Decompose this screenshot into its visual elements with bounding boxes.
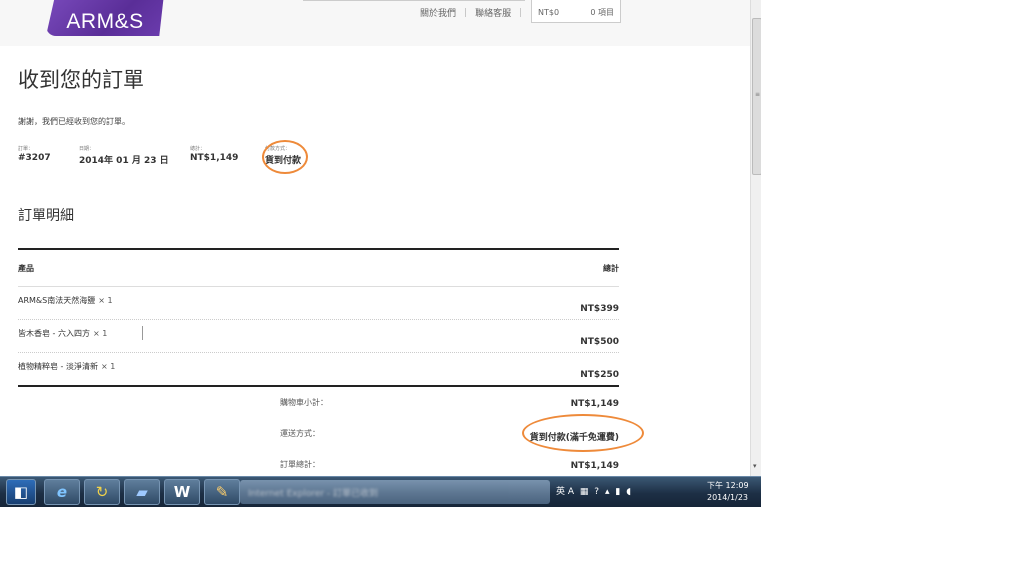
product-link[interactable]: 皆木香皂 - 六入四方 × 1	[18, 328, 107, 339]
page-title: 收到您的訂單	[18, 68, 144, 92]
help-icon[interactable]: ?	[594, 487, 599, 497]
shipping-label: 運送方式：	[280, 429, 320, 438]
site-logo[interactable]: ARM&S	[46, 0, 164, 36]
word-app-icon: W	[173, 483, 191, 501]
clock-time: 下午 12:09	[707, 481, 749, 490]
cart-count: 0 項目	[590, 8, 614, 17]
scrollbar-thumb[interactable]: ≡	[752, 18, 761, 175]
order-total-label: 總計：	[190, 146, 206, 152]
logo-text: ARM&S	[66, 10, 144, 33]
product-price: NT$500	[580, 337, 619, 347]
volume-icon[interactable]: ◖	[626, 487, 631, 497]
internet-explorer-icon: e	[56, 483, 68, 501]
clock-date: 2014/1/23	[707, 493, 749, 502]
thanks-message: 謝謝，我們已經收到您的訂單。	[18, 117, 130, 126]
start-button[interactable]: ◧	[6, 479, 36, 505]
product-qty: × 1	[98, 296, 113, 305]
vertical-scrollbar[interactable]: ≡ ▾	[750, 0, 761, 476]
table-header: 產品 總計	[18, 250, 619, 287]
input-method-indicator[interactable]: 英 A	[556, 484, 574, 497]
grip-icon: ≡	[755, 91, 761, 98]
taskbar-app-notes[interactable]: ▰	[124, 479, 160, 505]
system-clock[interactable]: 下午 12:09 2014/1/23	[707, 480, 749, 504]
order-number-label: 訂單：	[18, 146, 34, 152]
table-row: 皆木香皂 - 六入四方 × 1 NT$500	[18, 320, 619, 353]
order-date: 日期： 2014年 01 月 23 日	[79, 145, 169, 166]
show-hidden-icons-icon[interactable]: ▴	[605, 487, 610, 497]
product-price: NT$399	[580, 304, 619, 314]
annotation-circle-shipping	[522, 414, 644, 452]
product-link[interactable]: ARM&S南法天然海鹽 × 1	[18, 295, 113, 306]
summary-subtotal: 購物車小計： NT$1,149	[18, 387, 619, 418]
taskbar-app-ie[interactable]: e	[44, 479, 80, 505]
column-header-product: 產品	[18, 264, 34, 273]
annotation-circle-payment	[262, 140, 308, 174]
text-cursor	[142, 326, 143, 340]
paint-app-icon: ✎	[215, 483, 229, 501]
cart-amount: NT$0	[538, 8, 560, 17]
active-window-title: Internet Explorer - 訂單已收到	[248, 489, 379, 499]
grand-total-value: NT$1,149	[570, 461, 619, 471]
scroll-down-arrow-icon[interactable]: ▾	[753, 462, 757, 470]
product-name[interactable]: 植物精粹皂 - 淡淨清新	[18, 362, 98, 371]
product-price: NT$250	[580, 370, 619, 380]
order-total: 總計： NT$1,149	[190, 145, 238, 163]
order-number: 訂單： #3207	[18, 145, 51, 163]
nav-link-about[interactable]: 關於我們	[412, 6, 464, 19]
taskbar-app-paint[interactable]: ✎	[204, 479, 240, 505]
cart-widget[interactable]: NT$0 0 項目	[531, 0, 621, 23]
table-row: ARM&S南法天然海鹽 × 1 NT$399	[18, 287, 619, 320]
product-name[interactable]: 皆木香皂 - 六入四方	[18, 329, 90, 338]
network-icon[interactable]: ▮	[615, 487, 620, 497]
product-link[interactable]: 植物精粹皂 - 淡淨清新 × 1	[18, 361, 115, 372]
windows-logo-icon: ◧	[13, 483, 29, 501]
windows-taskbar: ◧ e ↻ ▰ W ✎ Internet Explorer - 訂單已收到 英 …	[0, 476, 761, 507]
order-total-value: NT$1,149	[190, 153, 239, 163]
header-divider	[303, 0, 525, 1]
product-qty: × 1	[100, 362, 116, 371]
grand-total-label: 訂單總計：	[280, 460, 320, 469]
product-name[interactable]: ARM&S南法天然海鹽	[18, 296, 95, 305]
order-number-value: #3207	[18, 153, 51, 163]
site-header: ARM&S 關於我們 | 聯絡客服 | Blog NT$0 0 項目	[0, 0, 750, 46]
sync-app-icon: ↻	[95, 483, 109, 501]
order-details-title: 訂單明細	[18, 208, 74, 224]
subtotal-label: 購物車小計：	[280, 398, 328, 407]
taskbar-app-sync[interactable]: ↻	[84, 479, 120, 505]
product-qty: × 1	[92, 329, 108, 338]
taskbar-app-word[interactable]: W	[164, 479, 200, 505]
browser-viewport: ARM&S 關於我們 | 聯絡客服 | Blog NT$0 0 項目 收到您的訂…	[0, 0, 761, 476]
order-date-label: 日期：	[79, 146, 95, 152]
table-row: 植物精粹皂 - 淡淨清新 × 1 NT$250	[18, 353, 619, 387]
notes-app-icon: ▰	[136, 483, 148, 501]
subtotal-value: NT$1,149	[570, 399, 619, 409]
taskbar-active-window[interactable]: Internet Explorer - 訂單已收到	[240, 480, 550, 504]
nav-link-contact[interactable]: 聯絡客服	[467, 6, 519, 19]
summary-grand-total: 訂單總計： NT$1,149	[18, 449, 619, 476]
system-tray: 英 A ▦ ? ▴ ▮ ◖	[556, 484, 634, 497]
keyboard-icon[interactable]: ▦	[580, 487, 589, 497]
column-header-total: 總計	[603, 264, 619, 273]
order-date-value: 2014年 01 月 23 日	[79, 156, 169, 166]
